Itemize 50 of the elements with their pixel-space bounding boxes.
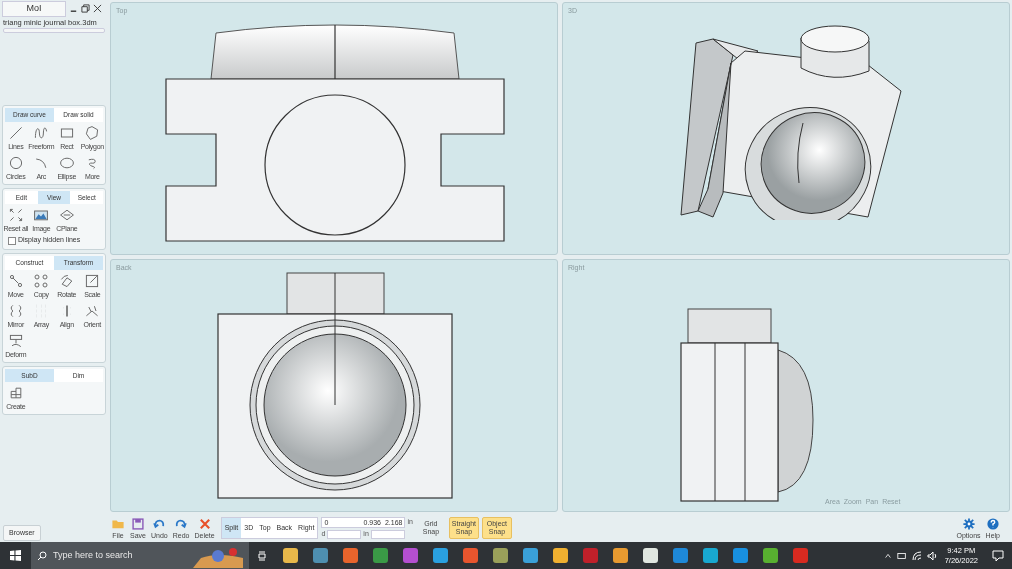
app-icon[interactable] — [733, 548, 748, 563]
move-tool-icon — [7, 272, 24, 289]
deform-tool-icon — [7, 332, 24, 349]
app-icon[interactable] — [553, 548, 568, 563]
task-view-icon[interactable] — [257, 550, 267, 561]
search-icon — [37, 550, 47, 561]
battery-icon[interactable] — [896, 551, 907, 560]
save-icon — [131, 517, 145, 531]
app-icon[interactable] — [433, 548, 448, 563]
copy-tool-icon — [33, 272, 50, 289]
app-icon[interactable] — [343, 548, 358, 563]
delete-icon — [197, 517, 212, 531]
undo-icon — [152, 517, 167, 531]
app-icon[interactable] — [463, 548, 478, 563]
curve-tool-icon — [33, 124, 50, 141]
chevron-up-icon[interactable] — [883, 551, 892, 560]
app-icon[interactable] — [313, 548, 328, 563]
app-icon[interactable] — [373, 548, 388, 563]
distance-field[interactable] — [327, 529, 362, 539]
app-icon[interactable] — [763, 548, 778, 563]
app-icon[interactable] — [283, 548, 298, 563]
redo-icon — [174, 517, 189, 531]
gear-icon — [961, 517, 976, 531]
notification-icon[interactable] — [992, 549, 1004, 562]
angle-field[interactable] — [370, 529, 405, 539]
expand-tool-icon — [7, 207, 24, 224]
polygon-tool-icon — [84, 124, 101, 141]
app-icon[interactable] — [703, 548, 718, 563]
circle-tool-icon — [7, 154, 24, 171]
windows-logo-icon[interactable] — [10, 550, 21, 561]
rotate-tool-icon — [58, 272, 75, 289]
app-icon[interactable] — [493, 548, 508, 563]
app-icon[interactable] — [583, 548, 598, 563]
restore-icon[interactable] — [81, 4, 90, 14]
command-field[interactable] — [3, 27, 105, 33]
scale-tool-icon — [84, 272, 101, 289]
app-icon[interactable] — [793, 548, 808, 563]
app-icon[interactable] — [523, 548, 538, 563]
help-icon — [985, 517, 1000, 531]
app-icon[interactable] — [403, 548, 418, 563]
checkbox[interactable] — [8, 236, 16, 245]
wifi-icon[interactable] — [911, 550, 922, 561]
app-icon[interactable] — [613, 548, 628, 563]
app-icon[interactable] — [673, 548, 688, 563]
speaker-icon[interactable] — [926, 550, 937, 561]
app-icon[interactable] — [643, 548, 658, 563]
app-title: MoI — [2, 1, 66, 17]
line-tool-icon — [7, 124, 24, 141]
close-icon[interactable] — [93, 4, 102, 14]
search-box[interactable]: Type here to search — [31, 542, 249, 569]
